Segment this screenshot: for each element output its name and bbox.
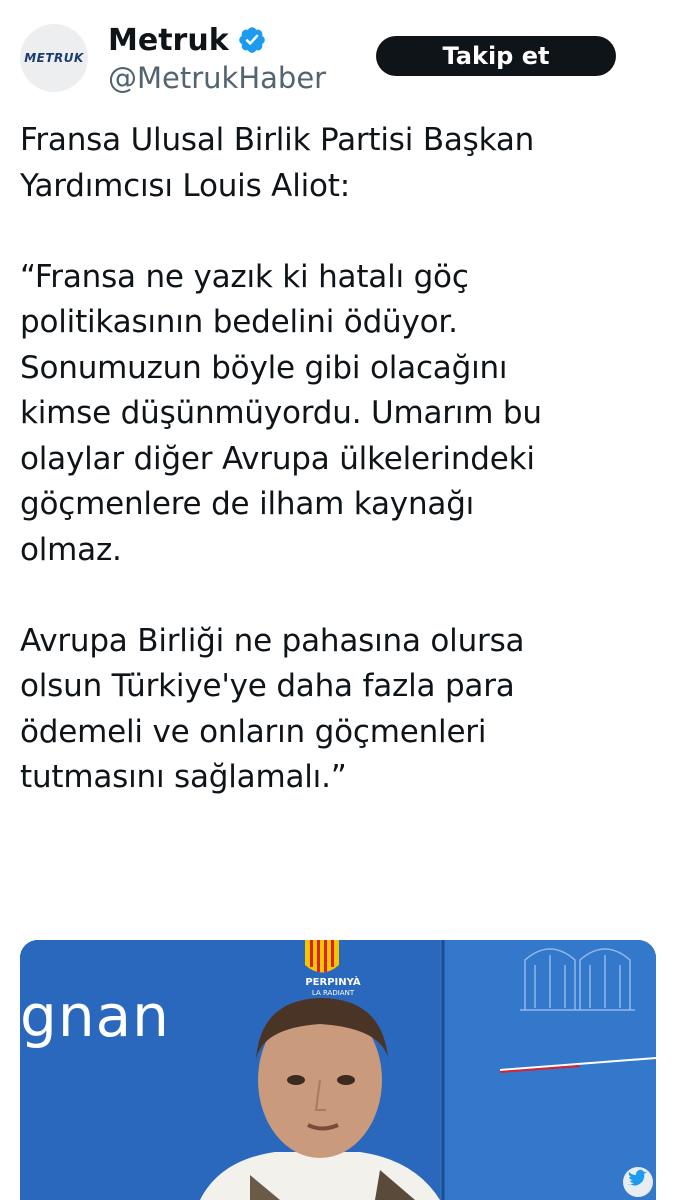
text-line: Sonumuzun böyle gibi olacağını [20,349,508,386]
text-line: tutmasını sağlamalı.” [20,759,347,795]
text-line: “Fransa ne yazık ki hatalı göç [20,258,469,295]
text-line: olsun Türkiye'ye daha fazla para [20,668,515,704]
text-line: olaylar diğer Avrupa ülkelerindeki [20,440,535,477]
logo-text-bottom: LA RADIANT [311,989,355,997]
text-line: Yardımcısı Louis Aliot: [20,167,350,204]
tweet-header: METRUK Metruk @MetrukHaber Takip et [0,0,676,110]
city-logo [305,940,339,973]
user-handle[interactable]: @MetrukHaber [108,61,326,95]
text-line: kimse düşünmüyordu. Umarım bu [20,395,542,431]
text-line: Avrupa Birliği ne pahasına olursa [20,622,525,659]
avatar-logo-text: METRUK [24,51,84,65]
verified-badge-icon [237,25,267,55]
tweet-media-photo[interactable]: gnan PERPINYÀ LA RADIANT [20,940,656,1200]
logo-text-top: PERPINYÀ [305,977,361,988]
display-name[interactable]: Metruk [108,23,229,58]
text-line: politikasının bedelini ödüyor. [20,304,458,340]
text-line: olmaz. [20,531,122,568]
avatar[interactable]: METRUK [20,24,88,92]
twitter-bird-icon [623,1167,653,1197]
name-row: Metruk [108,20,267,60]
text-line: göçmenlere de ilham kaynağı [20,486,475,522]
banner-text: gnan [20,982,170,1050]
text-line: ödemeli ve onların göçmenleri [20,713,487,750]
text-line: Fransa Ulusal Birlik Partisi Başkan [20,122,535,158]
follow-button[interactable]: Takip et [376,36,616,76]
tweet-text: Fransa Ulusal Birlik Partisi Başkan Yard… [20,118,660,801]
